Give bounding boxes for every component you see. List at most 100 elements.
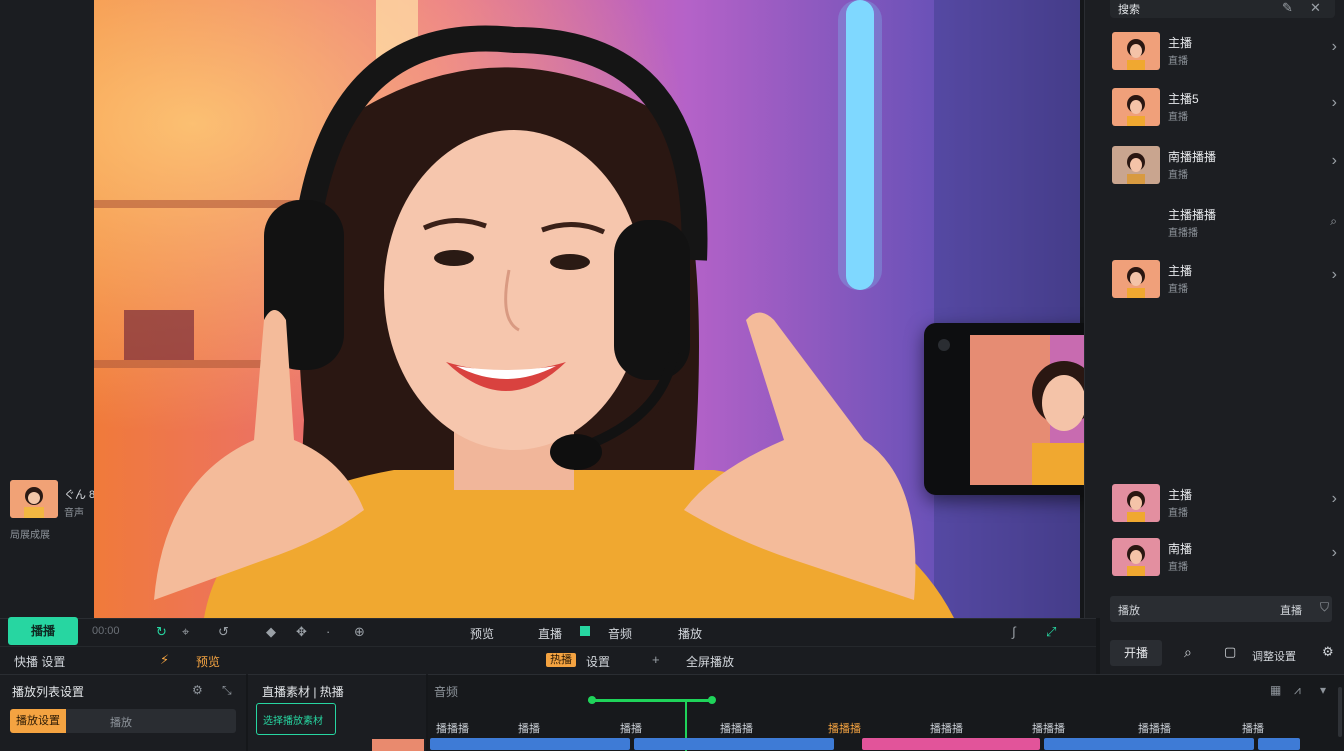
- zoom-icon[interactable]: ⊕: [354, 624, 365, 640]
- search-bar-right: 直播: [1280, 605, 1302, 617]
- gear-icon[interactable]: ⚙: [192, 683, 203, 697]
- chevron-right-icon: ›: [1331, 266, 1337, 283]
- ruler-label: 播播播: [930, 723, 963, 735]
- search-icon[interactable]: ⌕: [1330, 214, 1337, 229]
- split-icon[interactable]: ∫: [1012, 624, 1016, 639]
- chart-icon[interactable]: ⩘: [1294, 683, 1301, 698]
- list-item[interactable]: 南播播播 直播 ›: [1112, 146, 1337, 198]
- list-item-title: 主播5: [1168, 92, 1199, 106]
- left-thumbnail[interactable]: [10, 480, 58, 518]
- timeline-scrollbar[interactable]: [1338, 687, 1342, 737]
- list-item-thumb: [1112, 32, 1160, 70]
- left-thumb-sub2: 局展成展: [10, 530, 50, 541]
- toolbar2-right[interactable]: 全屏播放: [686, 653, 734, 670]
- list-item[interactable]: 主播 直播 ›: [1112, 484, 1337, 536]
- record-indicator: [580, 626, 590, 636]
- list-item-title: 主播: [1168, 36, 1193, 50]
- time-readout: 00:00: [92, 625, 120, 637]
- ruler-label: 播播: [1242, 723, 1264, 735]
- refresh-icon[interactable]: ↻: [156, 624, 167, 640]
- ruler-label-active: 播播播: [828, 723, 861, 735]
- list-item[interactable]: 主播 直播 ›: [1112, 260, 1337, 312]
- ruler-label: 播播: [620, 723, 642, 735]
- list-item-thumb: [1112, 538, 1160, 576]
- list-item-title: 主播播播: [1168, 208, 1217, 222]
- range-end-handle[interactable]: [708, 696, 716, 704]
- list-item-sub: 直播: [1168, 284, 1188, 295]
- move-icon[interactable]: ✥: [296, 624, 307, 640]
- toolbar2-left[interactable]: 快播 设置: [14, 653, 65, 670]
- list-item-thumb: [1112, 260, 1160, 298]
- ruler-label: 播播播: [1138, 723, 1171, 735]
- list-item[interactable]: 主播5 直播 ›: [1112, 88, 1337, 140]
- filter-icon[interactable]: ⛉: [1320, 600, 1329, 615]
- timeline-clip-highlight[interactable]: [862, 738, 1040, 750]
- right-panel-header[interactable]: 搜索 ✎ ✕: [1110, 0, 1335, 18]
- list-item[interactable]: 主播 直播 ›: [1112, 32, 1337, 84]
- toolbar-label-2[interactable]: 直播: [538, 625, 562, 642]
- toolbar-label-1[interactable]: 预览: [470, 625, 494, 642]
- timeline-clip[interactable]: [430, 738, 630, 750]
- hot-tag[interactable]: 热播: [546, 653, 576, 667]
- collapse-icon[interactable]: ⤡: [222, 683, 232, 698]
- media-title: 直播素材 | 热播: [262, 685, 344, 699]
- dot-icon[interactable]: ·: [326, 624, 330, 639]
- search-bar[interactable]: 播放 直播: [1110, 596, 1332, 622]
- timeline-clip[interactable]: [1044, 738, 1254, 750]
- volume-icon[interactable]: ◆: [266, 624, 276, 640]
- chevron-right-icon: ›: [1331, 94, 1337, 111]
- go-live-button[interactable]: 开播: [1110, 640, 1162, 666]
- search-bar-left: 播放: [1118, 605, 1140, 617]
- expand-icon[interactable]: ⤢: [1046, 624, 1056, 640]
- search-icon[interactable]: ⌕: [1184, 644, 1192, 661]
- playlist-input[interactable]: 播放设置 播放: [10, 709, 236, 733]
- edit-icon[interactable]: ✎: [1282, 0, 1293, 16]
- chevron-right-icon: ›: [1331, 544, 1337, 561]
- playlist-input-hint: 播放: [110, 717, 132, 729]
- primary-button[interactable]: 播播: [8, 617, 78, 645]
- list-item[interactable]: 主播播播 直播播 ⌕: [1112, 204, 1337, 256]
- close-icon[interactable]: ✕: [1310, 0, 1321, 16]
- lock-icon[interactable]: ▢: [1224, 644, 1236, 660]
- chevron-right-icon: ›: [1331, 490, 1337, 507]
- plus-icon[interactable]: +: [652, 652, 660, 667]
- header-label: 搜索: [1118, 4, 1140, 16]
- dropdown-icon[interactable]: ▾: [1320, 683, 1326, 697]
- undo-icon[interactable]: ↺: [218, 624, 229, 640]
- toolbar-label-4[interactable]: 播放: [678, 625, 702, 642]
- toolbar-label-3[interactable]: 音频: [608, 625, 632, 642]
- list-item[interactable]: 南播 直播 ›: [1112, 538, 1337, 590]
- list-item-thumb: [1112, 484, 1160, 522]
- video-preview[interactable]: [94, 0, 1080, 618]
- playhead-range[interactable]: [588, 699, 712, 702]
- settings-icon[interactable]: ⚙: [1322, 644, 1334, 660]
- toolbar2-mid[interactable]: 预览: [196, 653, 220, 670]
- crop-icon[interactable]: ⌖: [182, 624, 189, 640]
- list-item-sub: 直播: [1168, 170, 1188, 181]
- timeline-clip[interactable]: [1258, 738, 1300, 750]
- list-item-sub: 直播: [1168, 508, 1188, 519]
- chevron-right-icon: ›: [1331, 152, 1337, 169]
- playlist-title: 播放列表设置: [12, 685, 85, 699]
- playlist-panel: 播放列表设置 ⚙ ⤡ 播放设置 播放: [0, 674, 246, 751]
- chevron-right-icon: ›: [1331, 38, 1337, 55]
- ruler-label: 播播: [518, 723, 540, 735]
- playlist-input-value: 播放设置: [10, 709, 66, 733]
- ruler-label: 播播播: [436, 723, 469, 735]
- settings-label[interactable]: 调整设置: [1252, 648, 1296, 664]
- range-start-handle[interactable]: [588, 696, 596, 704]
- list-item-title: 主播: [1168, 264, 1193, 278]
- grid-icon[interactable]: ▦: [1270, 683, 1281, 697]
- cut-icon[interactable]: ⚡: [160, 652, 169, 668]
- list-item-sub: 直播播: [1168, 228, 1198, 239]
- list-item-sub: 直播: [1168, 112, 1188, 123]
- timeline-clip[interactable]: [634, 738, 834, 750]
- timeline-title: 音频: [434, 685, 459, 699]
- left-thumb-caption: ぐん 8: [64, 489, 96, 501]
- media-selection-label: 选择播放素材: [263, 716, 323, 727]
- media-thumb[interactable]: [372, 739, 424, 751]
- toolbar2-mid2[interactable]: 设置: [586, 653, 610, 670]
- media-selection[interactable]: 选择播放素材: [256, 703, 336, 735]
- list-item-title: 南播: [1168, 542, 1193, 556]
- right-toolbar: 播放 直播 ⛉ 开播 ⌕ ▢ 调整设置 ⚙: [1100, 594, 1344, 674]
